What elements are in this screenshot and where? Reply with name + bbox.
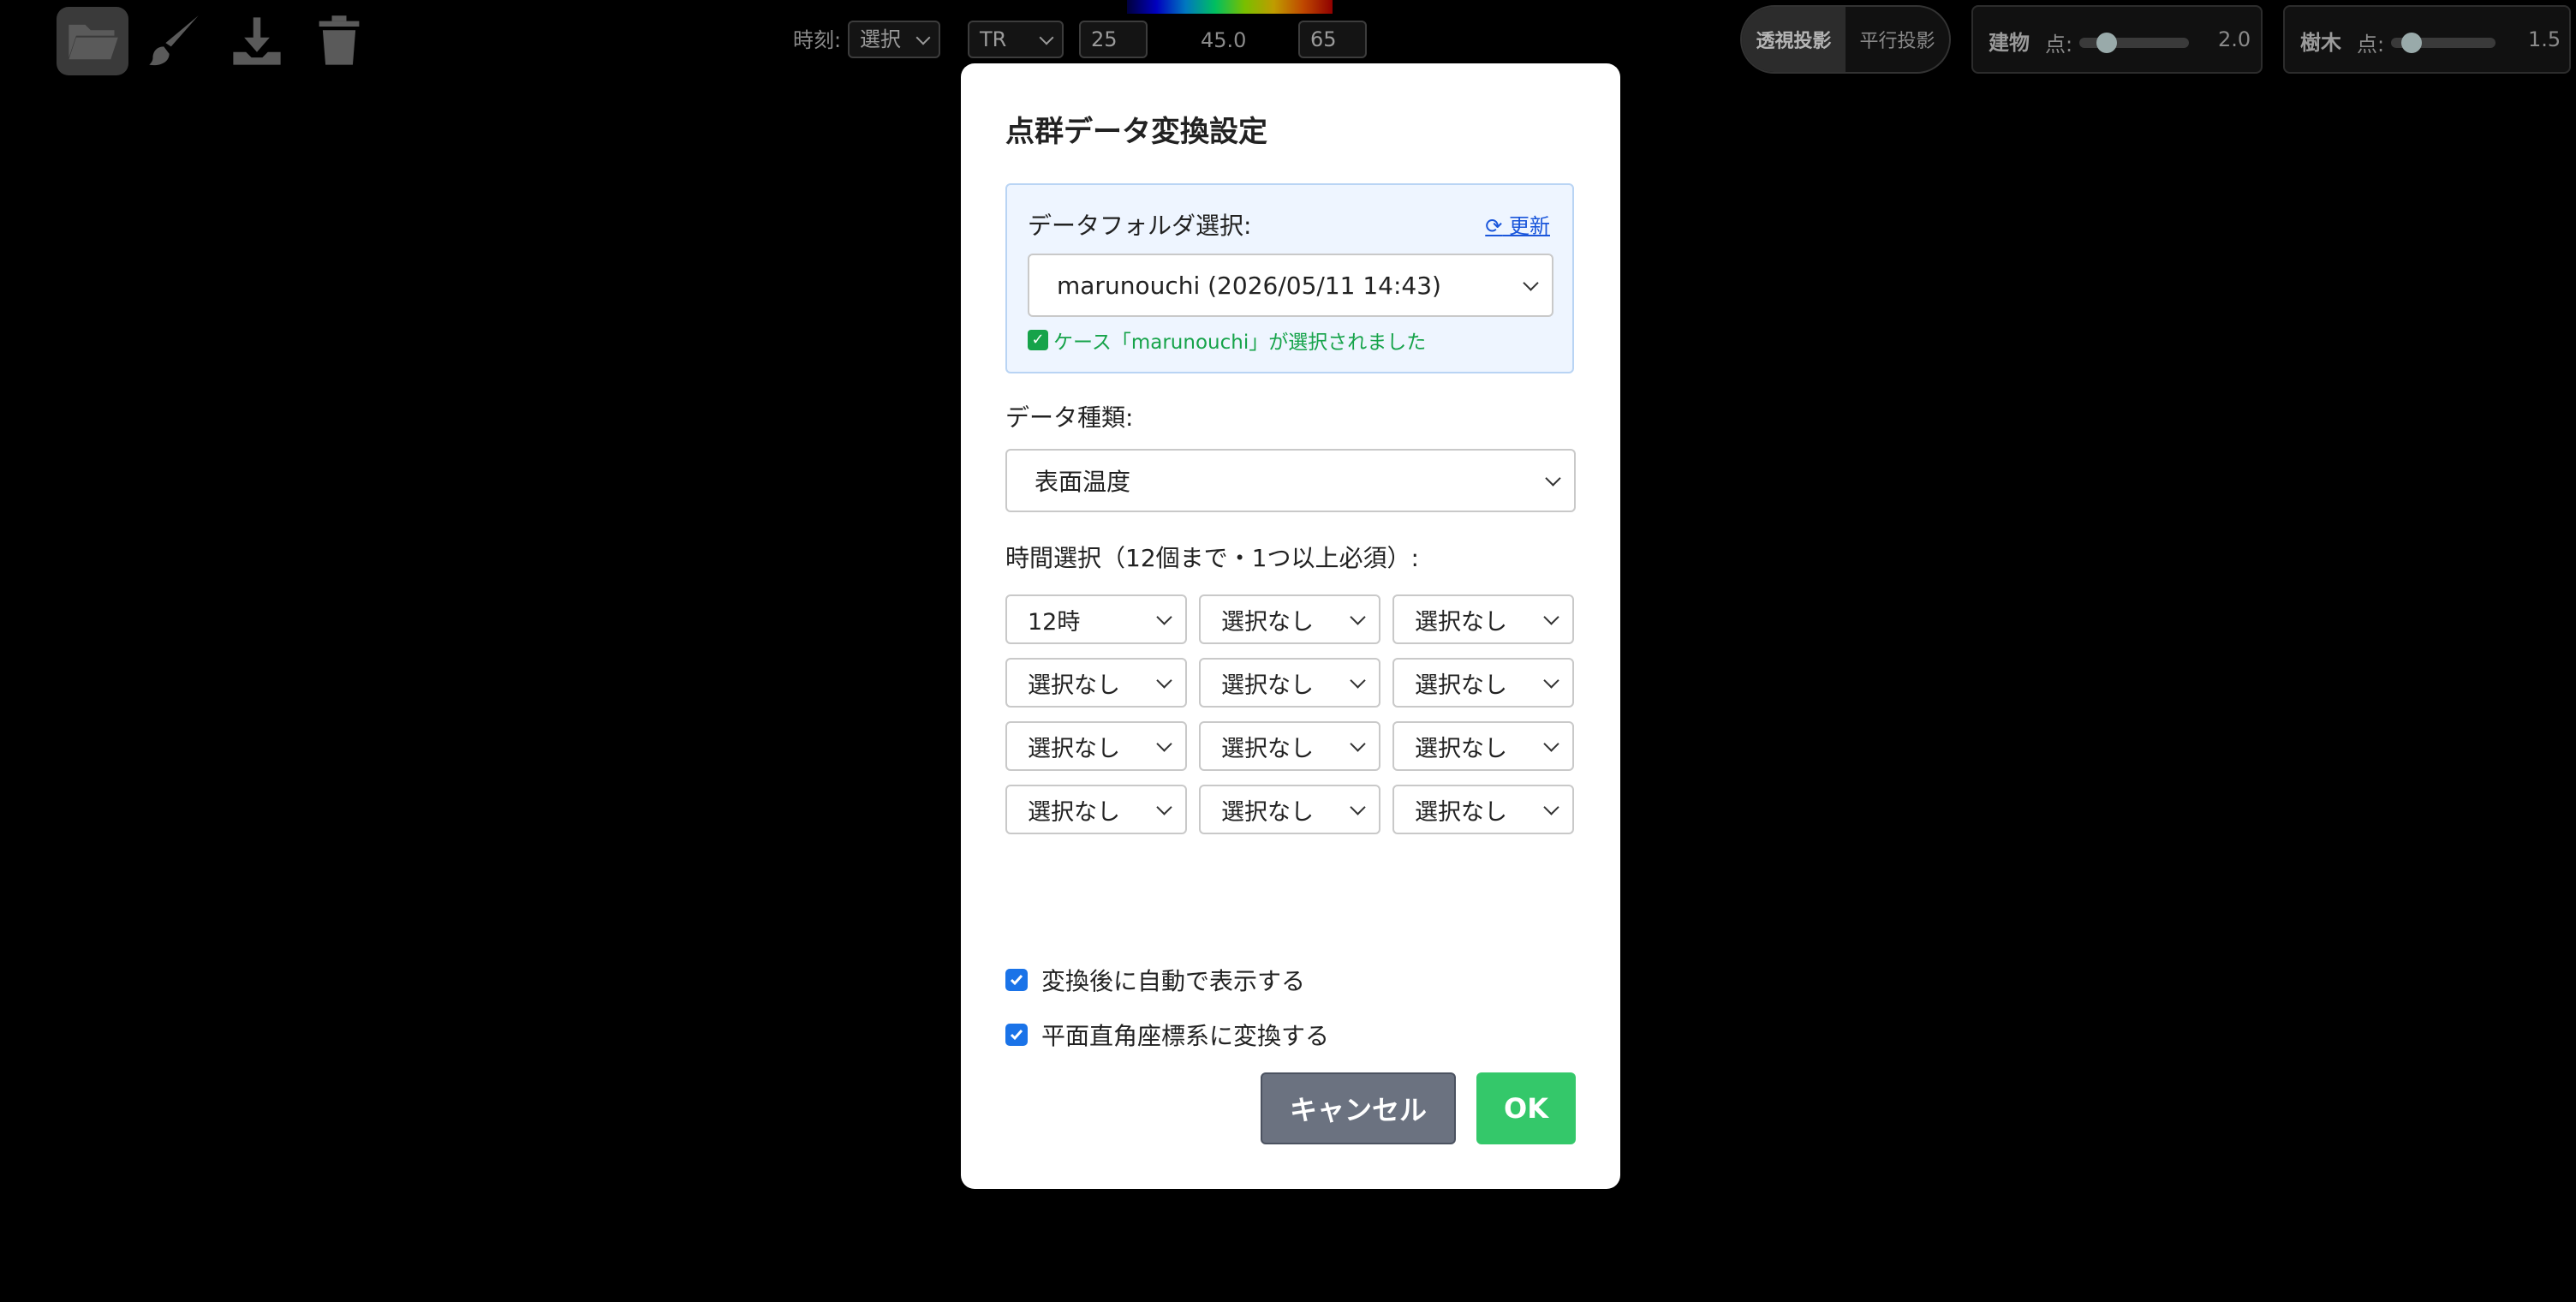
open-folder-button[interactable]: [57, 7, 128, 75]
auto-display-checkbox[interactable]: [1005, 969, 1028, 991]
building-slider-handle[interactable]: [2096, 33, 2117, 53]
folder-status: ✓ ケース「marunouchi」が選択されました: [1028, 326, 1426, 355]
building-point-panel: 建物 点: 2.0: [1971, 5, 2263, 74]
time-select-8[interactable]: 選択なし: [1199, 721, 1380, 771]
time-select-value: 選択なし: [1221, 798, 1314, 826]
time-select-7[interactable]: 選択なし: [1005, 721, 1187, 771]
time-select-value: 選択なし: [1028, 672, 1120, 699]
color-scale-bar: [1127, 0, 1333, 14]
data-type-value: 表面温度: [1035, 468, 1131, 496]
tree-title: 樹木: [2300, 31, 2341, 55]
time-select-value: 選択なし: [1415, 798, 1507, 826]
time-select-10[interactable]: 選択なし: [1005, 785, 1187, 834]
check-icon: ✓: [1028, 330, 1048, 350]
range-min-input[interactable]: 25: [1079, 21, 1148, 58]
tree-point-value: 1.5: [2528, 27, 2561, 51]
time-select-value: 選択なし: [1221, 735, 1314, 762]
tree-point-label: 点:: [2357, 33, 2385, 57]
building-title: 建物: [1989, 31, 2030, 55]
building-point-label: 点:: [2045, 33, 2073, 57]
time-label: 時刻:: [793, 28, 842, 52]
data-type-select[interactable]: 表面温度: [1005, 449, 1576, 512]
time-select-value: 選択なし: [1028, 798, 1120, 826]
ok-button[interactable]: OK: [1476, 1072, 1576, 1144]
time-select-1[interactable]: 12時: [1005, 594, 1187, 644]
conversion-settings-dialog: 点群データ変換設定 データフォルダ選択: ⟳ 更新 marunouchi (20…: [961, 63, 1620, 1189]
time-select-value: 12時: [1028, 608, 1081, 636]
tree-slider-handle[interactable]: [2401, 33, 2423, 53]
time-select-12[interactable]: 選択なし: [1392, 785, 1574, 834]
building-point-value: 2.0: [2218, 27, 2251, 51]
folder-select-value: marunouchi (2026/05/11 14:43): [1057, 271, 1441, 300]
delete-button[interactable]: [303, 7, 375, 75]
time-select-value: 選択なし: [1221, 672, 1314, 699]
download-button[interactable]: [221, 7, 293, 75]
time-select-value: 選択なし: [1221, 608, 1314, 636]
auto-display-option[interactable]: 変換後に自動で表示する: [1005, 963, 1305, 997]
refresh-link[interactable]: ⟳ 更新: [1485, 209, 1550, 239]
checkmark-icon: [1010, 975, 1023, 986]
folder-select[interactable]: marunouchi (2026/05/11 14:43): [1028, 254, 1553, 317]
refresh-icon: ⟳: [1485, 214, 1503, 238]
plane-coords-label: 平面直角座標系に変換する: [1041, 1022, 1330, 1050]
plane-coords-option[interactable]: 平面直角座標系に変換する: [1005, 1018, 1329, 1052]
time-select-value: 選択なし: [1415, 735, 1507, 762]
folder-selection-panel: データフォルダ選択: ⟳ 更新 marunouchi (2026/05/11 1…: [1005, 183, 1574, 373]
parallel-button[interactable]: 平行投影: [1846, 7, 1949, 72]
time-select[interactable]: 選択: [848, 21, 940, 58]
time-selection-label: 時間選択（12個まで・1つ以上必須）:: [1005, 544, 1419, 572]
time-select-value: 選択なし: [1415, 672, 1507, 699]
folder-label: データフォルダ選択:: [1028, 212, 1252, 240]
cancel-button[interactable]: キャンセル: [1261, 1072, 1456, 1144]
time-select-9[interactable]: 選択なし: [1392, 721, 1574, 771]
folder-icon: [69, 24, 118, 60]
time-select-value: 選択: [860, 27, 901, 51]
checkmark-icon: [1010, 1030, 1023, 1041]
time-select-11[interactable]: 選択なし: [1199, 785, 1380, 834]
auto-display-label: 変換後に自動で表示する: [1041, 967, 1306, 995]
data-type-label: データ種類:: [1005, 403, 1134, 432]
time-select-2[interactable]: 選択なし: [1199, 594, 1380, 644]
range-max-input[interactable]: 65: [1298, 21, 1367, 58]
time-select-value: 選択なし: [1415, 608, 1507, 636]
refresh-label: 更新: [1509, 214, 1550, 238]
time-select-6[interactable]: 選択なし: [1392, 658, 1574, 708]
time-select-5[interactable]: 選択なし: [1199, 658, 1380, 708]
folder-status-text: ケース「marunouchi」が選択されました: [1053, 331, 1427, 354]
mode-select-value: TR: [980, 27, 1007, 51]
dialog-title: 点群データ変換設定: [1005, 115, 1267, 149]
plane-coords-checkbox[interactable]: [1005, 1024, 1028, 1046]
time-select-value: 選択なし: [1028, 735, 1120, 762]
brush-button[interactable]: [139, 7, 211, 75]
tree-point-panel: 樹木 点: 1.5: [2283, 5, 2571, 74]
download-icon: [233, 17, 281, 65]
range-mid-value: 45.0: [1201, 28, 1247, 52]
brush-icon: [149, 15, 199, 66]
mode-select[interactable]: TR: [968, 21, 1064, 58]
trash-icon: [319, 15, 360, 65]
time-select-3[interactable]: 選択なし: [1392, 594, 1574, 644]
projection-toggle: 透視投影 平行投影: [1740, 5, 1951, 74]
perspective-button[interactable]: 透視投影: [1742, 7, 1846, 72]
time-select-4[interactable]: 選択なし: [1005, 658, 1187, 708]
